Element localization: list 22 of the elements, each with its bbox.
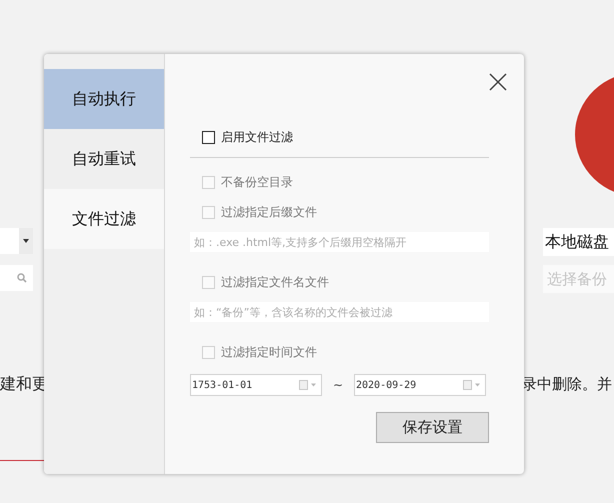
checkbox-label: 启用文件过滤: [221, 128, 293, 146]
location-field[interactable]: 本地磁盘: [543, 228, 614, 256]
calendar-icon[interactable]: [463, 380, 481, 390]
save-button[interactable]: 保存设置: [376, 412, 489, 443]
input-field[interactable]: 如：“备份”等，含该名称的文件会被过滤: [190, 302, 489, 322]
checkbox-label: 不备份空目录: [221, 174, 293, 190]
sidebar-tab[interactable]: 自动执行: [44, 69, 164, 129]
caret-icon: [23, 239, 29, 243]
date-field[interactable]: 1753-01-01: [190, 374, 322, 396]
checkbox-label: 过滤指定文件名文件: [221, 274, 329, 290]
checkbox[interactable]: [202, 130, 215, 144]
close-icon[interactable]: [489, 73, 507, 91]
calendar-icon[interactable]: [299, 380, 317, 390]
search-field[interactable]: [0, 265, 33, 291]
range-separator: ~: [332, 378, 344, 392]
search-icon: [17, 273, 27, 283]
sidebar-tab[interactable]: 文件过滤: [44, 189, 164, 249]
dropdown[interactable]: [0, 228, 33, 254]
input-field[interactable]: 如：.exe .html等,支持多个后缀用空格隔开: [190, 232, 489, 252]
checkbox-label: 过滤指定后缀文件: [221, 204, 317, 220]
date-field[interactable]: 2020-09-29: [354, 374, 486, 396]
checkbox-label: 过滤指定时间文件: [221, 344, 317, 360]
